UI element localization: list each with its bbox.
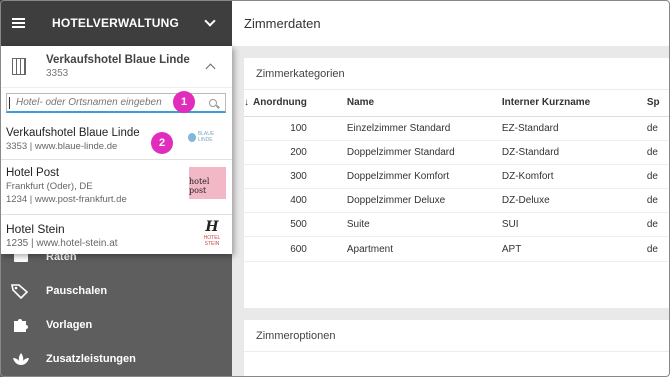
app-title: HOTELVERWALTUNG: [52, 16, 179, 30]
column-header-name[interactable]: Name: [340, 90, 496, 117]
current-hotel-number: 3353: [46, 68, 69, 79]
app-topbar: HOTELVERWALTUNG: [0, 0, 232, 46]
sidebar-item-extras[interactable]: Zusatzleistungen: [0, 342, 232, 376]
room-options-card: Zimmeroptionen: [244, 320, 670, 377]
table-row[interactable]: 600 Apartment APT de: [244, 236, 670, 262]
cell-name: Doppelzimmer Deluxe: [340, 188, 496, 214]
cell-short: DZ-Standard: [495, 140, 641, 165]
menu-icon[interactable]: [12, 18, 25, 28]
cell-order: 600: [244, 236, 341, 262]
chevron-down-icon[interactable]: [204, 15, 216, 27]
table-row[interactable]: 300 Doppelzimmer Komfort DZ-Komfort de: [244, 164, 670, 190]
hotel-logo: BLAUE LINDE: [188, 130, 226, 144]
cell-short: APT: [495, 236, 641, 262]
sidebar-nav: Raten Pauschalen Vorlagen Zusatzleistung…: [0, 240, 232, 376]
column-header-shortname[interactable]: Interner Kurzname: [495, 90, 641, 117]
cell-name: Apartment: [340, 236, 496, 262]
tag-icon: [10, 283, 32, 299]
table-row[interactable]: 100 Einzelzimmer Standard EZ-Standard de: [244, 116, 670, 141]
cell-order: 300: [244, 164, 341, 190]
sidebar-item-templates[interactable]: Vorlagen: [0, 308, 232, 342]
annotation-badge-2: 2: [151, 132, 173, 154]
cell-lang: de: [640, 212, 670, 238]
sidebar-item-label: Pauschalen: [46, 285, 108, 297]
sort-down-icon: ↓: [244, 97, 249, 109]
cell-short: DZ-Deluxe: [495, 188, 641, 214]
hotel-selector-panel: Verkaufshotel Blaue Linde 3353 Verkaufsh…: [0, 46, 232, 254]
cell-order: 400: [244, 188, 341, 214]
cell-order: 200: [244, 140, 341, 165]
cell-lang: de: [640, 116, 670, 141]
page-title: Zimmerdaten: [232, 0, 670, 46]
chevron-up-icon[interactable]: [205, 63, 216, 74]
sidebar-item-packages[interactable]: Pauschalen: [0, 274, 232, 308]
card-title: Zimmeroptionen: [244, 320, 670, 352]
column-header-language[interactable]: Sp: [640, 90, 670, 117]
building-icon: [12, 58, 26, 75]
hotel-result-item[interactable]: Verkaufshotel Blaue Linde 3353 | www.bla…: [0, 122, 232, 160]
cell-name: Einzelzimmer Standard: [340, 116, 496, 141]
search-icon[interactable]: [209, 98, 217, 107]
sidebar-item-label: Zusatzleistungen: [46, 353, 136, 365]
hotel-logo: hotel post: [189, 167, 226, 199]
cell-order: 100: [244, 116, 341, 141]
card-title: Zimmerkategorien: [244, 58, 670, 90]
annotation-badge-1: 1: [173, 91, 195, 113]
cell-name: Suite: [340, 212, 496, 238]
cell-short: EZ-Standard: [495, 116, 641, 141]
cell-order: 500: [244, 212, 341, 238]
hotel-result-item[interactable]: Hotel Post Frankfurt (Oder), DE 1234 | w…: [0, 162, 232, 215]
room-categories-table: ↓ Anordnung Name Interner Kurzname Sp 100…: [244, 90, 670, 262]
table-row[interactable]: 500 Suite SUI de: [244, 212, 670, 238]
puzzle-icon: [10, 317, 32, 333]
column-header-order[interactable]: ↓ Anordnung: [244, 90, 341, 117]
cell-lang: de: [640, 140, 670, 165]
sidebar-item-label: Vorlagen: [46, 319, 93, 331]
table-header-row: ↓ Anordnung Name Interner Kurzname Sp: [244, 90, 670, 117]
current-hotel-name: Verkaufshotel Blaue Linde: [46, 54, 190, 66]
cell-name: Doppelzimmer Komfort: [340, 164, 496, 190]
main-content: Zimmerdaten Zimmerkategorien ↓ Anordnung …: [232, 0, 670, 377]
hotel-result-item[interactable]: Hotel Stein 1235 | www.hotel-stein.at H …: [0, 216, 232, 254]
cell-short: SUI: [495, 212, 641, 238]
table-row[interactable]: 200 Doppelzimmer Standard DZ-Standard de: [244, 140, 670, 165]
cell-short: DZ-Komfort: [495, 164, 641, 190]
cell-lang: de: [640, 188, 670, 214]
lotus-icon: [10, 351, 32, 367]
cell-lang: de: [640, 236, 670, 262]
room-categories-card: Zimmerkategorien ↓ Anordnung Name Interne…: [244, 58, 670, 308]
hotel-logo: H HOTEL STEIN: [203, 219, 221, 247]
hotel-selector-header[interactable]: Verkaufshotel Blaue Linde 3353: [0, 46, 232, 88]
cell-name: Doppelzimmer Standard: [340, 140, 496, 165]
table-row[interactable]: 400 Doppelzimmer Deluxe DZ-Deluxe de: [244, 188, 670, 214]
cell-lang: de: [640, 164, 670, 190]
